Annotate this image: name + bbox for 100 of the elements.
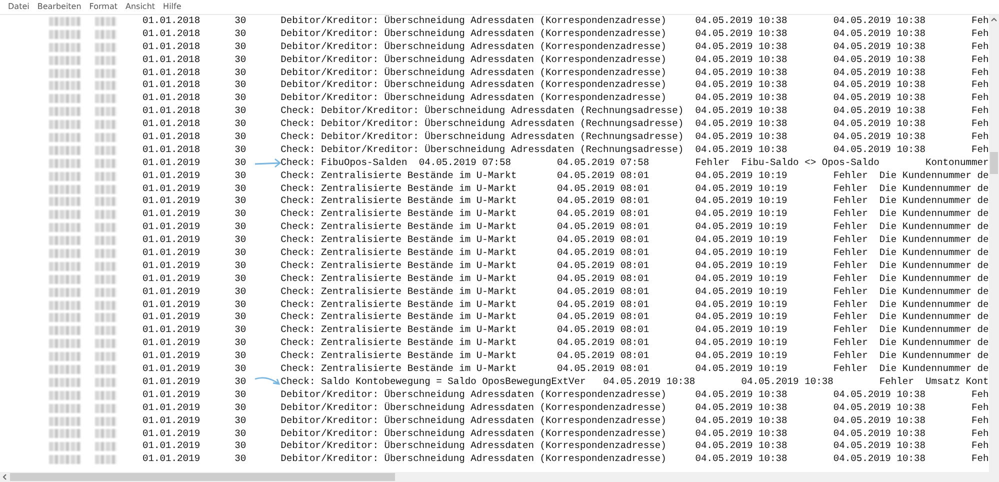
date-text: 01.01.2018 [142, 54, 200, 65]
date-text: 01.01.2019 [142, 195, 200, 206]
count-text: 30 [234, 40, 246, 52]
redacted-block [95, 30, 117, 39]
redacted-block [95, 442, 117, 452]
redacted-block [49, 184, 81, 194]
count-text: 30 [234, 105, 246, 116]
redacted-block [49, 416, 81, 426]
redacted-block [49, 339, 81, 348]
text-line: Debitor/Kreditor: Überschneidung Adressdaten (Korrespondenzadresse) 04.05.2019 10:38 04.05.2019 10:38 Feh [280, 402, 989, 415]
redacted-block [95, 455, 117, 464]
text-line: Check: Zentralisierte Bestände im U-Markt 04.05.2019 08:01 04.05.2019 10:19 Fehler Die Kundennummer de [280, 350, 989, 364]
text-line: Check: Zentralisierte Bestände im U-Markt 04.05.2019 08:01 04.05.2019 10:19 Fehler Die Kundennummer de [280, 324, 989, 338]
redacted-block [95, 313, 117, 322]
date-text: 01.01.2019 [142, 402, 200, 413]
count-text: 30 [234, 144, 246, 155]
count-text: 30 [234, 118, 246, 130]
redacted-block [95, 236, 117, 246]
redacted-block [49, 210, 81, 220]
count-text: 30 [234, 131, 246, 142]
count-text: 30 [234, 156, 246, 168]
text-line: Check: Zentralisierte Bestände im U-Markt 04.05.2019 08:01 04.05.2019 10:19 Fehler Die Kundennummer de [280, 260, 989, 273]
text-line: Check: Zentralisierte Bestände im U-Markt 04.05.2019 08:01 04.05.2019 10:19 Fehler Die Kundennummer de [280, 221, 989, 234]
redacted-block [95, 288, 117, 297]
date-text: 01.01.2019 [142, 156, 200, 168]
date-text: 01.01.2019 [142, 324, 200, 336]
count-text: 30 [234, 247, 246, 258]
text-line: Debitor/Kreditor: Überschneidung Adressdaten (Korrespondenzadresse) 04.05.2019 10:38 04.05.2019 10:38 Feh [280, 15, 989, 28]
count-text: 30 [234, 92, 246, 104]
redacted-block [49, 42, 81, 52]
date-text: 01.01.2019 [142, 428, 200, 438]
date-text: 01.01.2019 [142, 363, 200, 374]
redacted-block [95, 107, 117, 116]
text-line: Debitor/Kreditor: Überschneidung Adressdaten (Korrespondenzadresse) 04.05.2019 10:38 04.05.2019 10:38 Feh [280, 92, 989, 105]
count-text: 30 [234, 324, 246, 336]
menu-item[interactable]: Ansicht [122, 1, 160, 13]
count-text: 30 [234, 208, 246, 220]
redacted-block [95, 68, 117, 78]
date-text: 01.01.2018 [142, 105, 200, 116]
date-text: 01.01.2019 [142, 170, 200, 181]
menu-item[interactable]: Datei [4, 1, 34, 13]
count-text: 30 [234, 286, 246, 297]
text-line: Check: Zentralisierte Bestände im U-Markt 04.05.2019 08:01 04.05.2019 10:19 Fehler Die Kundennummer de [280, 272, 989, 286]
redacted-block [95, 146, 117, 155]
count-text: 30 [234, 182, 246, 194]
redacted-block [95, 94, 117, 104]
menu-item[interactable]: Hilfe [159, 1, 186, 13]
redacted-block [49, 262, 81, 271]
date-text: 01.01.2018 [142, 131, 200, 142]
count-text: 30 [234, 428, 246, 438]
text-line: Check: Debitor/Kreditor: Überschneidung Adressdaten (Rechnungsadresse) 04.05.2019 10:38 04.05.2019 10:38 Feh [280, 105, 989, 118]
date-text: 01.01.2019 [142, 221, 200, 232]
redacted-block [49, 326, 81, 336]
redacted-block [49, 107, 81, 116]
date-text: 01.01.2019 [142, 388, 200, 400]
date-text: 01.01.2019 [142, 414, 200, 426]
menu-item[interactable]: Bearbeiten [33, 1, 86, 13]
count-text: 30 [234, 440, 246, 452]
text-line: Check: Zentralisierte Bestände im U-Markt 04.05.2019 08:01 04.05.2019 10:19 Fehler Die Kundennummer de [280, 195, 989, 208]
text-line: Debitor/Kreditor: Überschneidung Adressdaten (Korrespondenzadresse) 04.05.2019 10:38 04.05.2019 10:38 Feh [280, 428, 989, 440]
date-text: 01.01.2019 [142, 182, 200, 194]
text-line: Debitor/Kreditor: Überschneidung Adressdaten (Korrespondenzadresse) 04.05.2019 10:38 04.05.2019 10:38 Feh [280, 414, 989, 428]
arrow-icon [253, 156, 283, 169]
redacted-block [95, 262, 117, 271]
redacted-block [49, 390, 81, 400]
horizontal-scrollbar[interactable] [0, 472, 999, 482]
redacted-block [95, 300, 117, 310]
redacted-block [95, 326, 117, 336]
count-text: 30 [234, 453, 246, 464]
count-text: 30 [234, 350, 246, 362]
redacted-block [49, 378, 81, 387]
redacted-block [49, 56, 81, 65]
redacted-block [95, 339, 117, 348]
redacted-block [49, 16, 81, 26]
count-text: 30 [234, 272, 246, 284]
vertical-scrollbar[interactable] [989, 15, 999, 472]
text-line: Check: Zentralisierte Bestände im U-Markt 04.05.2019 08:01 04.05.2019 10:19 Fehler Die Kundennummer de [280, 182, 989, 196]
count-text: 30 [234, 311, 246, 322]
scrollbar-thumb[interactable] [10, 473, 395, 481]
date-text: 01.01.2019 [142, 234, 200, 246]
redacted-block [49, 248, 81, 258]
text-line: Debitor/Kreditor: Überschneidung Adressdaten (Korrespondenzadresse) 04.05.2019 10:38 04.05.2019 10:38 Feh [280, 79, 989, 92]
redacted-block [95, 132, 117, 142]
scrollbar-thumb[interactable] [990, 152, 998, 174]
count-text: 30 [234, 414, 246, 426]
date-text: 01.01.2019 [142, 298, 200, 310]
redacted-block [49, 364, 81, 374]
redacted-block [95, 197, 117, 206]
count-text: 30 [234, 363, 246, 374]
redacted-block [49, 68, 81, 78]
text-line: Debitor/Kreditor: Überschneidung Adressdaten (Korrespondenzadresse) 04.05.2019 10:38 04.05.2019 10:38 Feh [280, 28, 989, 41]
redacted-block [49, 313, 81, 322]
redacted-block [95, 274, 117, 284]
count-text: 30 [234, 79, 246, 90]
redacted-block [49, 197, 81, 206]
date-text: 01.01.2019 [142, 272, 200, 284]
text-line: Check: Zentralisierte Bestände im U-Markt 04.05.2019 08:01 04.05.2019 10:19 Fehler Die Kundennummer de [280, 298, 989, 312]
redacted-block [49, 158, 81, 168]
menu-item[interactable]: Format [85, 1, 122, 13]
count-text: 30 [234, 376, 246, 387]
